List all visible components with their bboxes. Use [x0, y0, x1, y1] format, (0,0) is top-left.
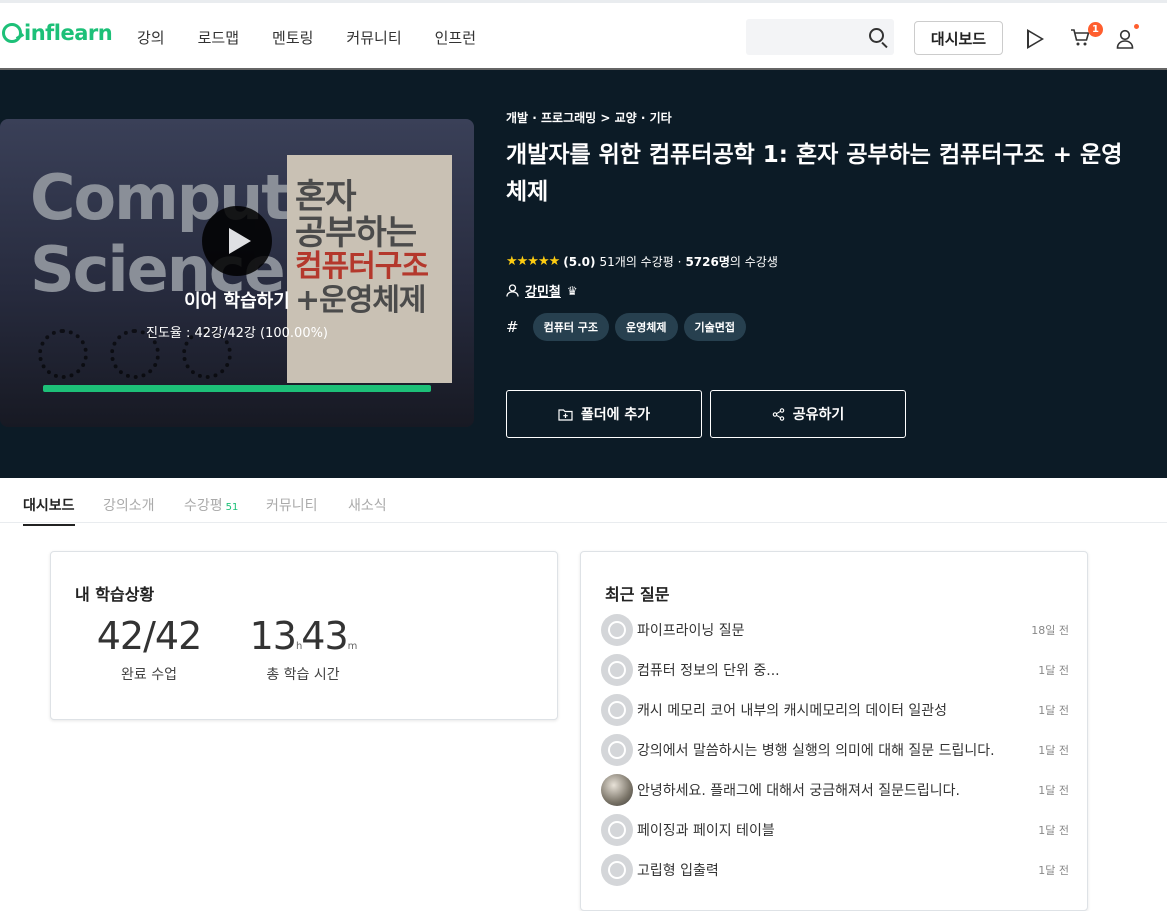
tab-reviews-label: 수강평: [184, 498, 223, 514]
folder-plus-icon: [558, 408, 573, 421]
star-rating-icon: ★★★★★: [506, 254, 560, 269]
question-title[interactable]: 파이프라이닝 질문: [637, 620, 1031, 640]
book-cover-image: 혼자 공부하는 컴퓨터구조 +운영체제: [287, 155, 452, 383]
study-time-hours: 13: [249, 614, 297, 658]
progress-bar: [43, 385, 431, 392]
student-count-suffix: 의 수강생: [729, 255, 778, 269]
review-count[interactable]: 51개의 수강평 ·: [600, 253, 682, 270]
play-video-icon[interactable]: [202, 206, 272, 276]
question-list-item[interactable]: 캐시 메모리 코어 내부의 캐시메모리의 데이터 일관성 1달 전: [601, 690, 1069, 730]
tab-reviews[interactable]: 수강평 51: [184, 495, 238, 524]
completed-lessons-value: 42/42: [96, 614, 203, 658]
rating-score: (5.0): [563, 254, 596, 269]
student-count: 5726명: [685, 255, 730, 269]
tag-chip[interactable]: 운영체제: [615, 313, 678, 341]
add-to-folder-label: 폴더에 추가: [580, 407, 651, 423]
add-to-folder-button[interactable]: 폴더에 추가: [506, 390, 702, 438]
play-icon[interactable]: [1027, 29, 1044, 49]
notification-dot: [1134, 24, 1139, 29]
logo-mark-icon: [2, 23, 22, 43]
nav-item-courses[interactable]: 강의: [137, 27, 165, 48]
logo-text: inflearn: [24, 21, 113, 45]
nav-item-inflearn[interactable]: 인프런: [435, 27, 476, 48]
question-list-item[interactable]: 고립형 입출력 1달 전: [601, 850, 1069, 890]
nav-item-roadmap[interactable]: 로드맵: [198, 27, 239, 48]
question-list-item[interactable]: 안녕하세요. 플래그에 대해서 궁금해져서 질문드립니다. 1달 전: [601, 770, 1069, 810]
question-time: 1달 전: [1038, 864, 1069, 877]
recent-questions-card: 최근 질문 파이프라이닝 질문 18일 전 컴퓨터 정보의 단위 중... 1달 전캐…: [580, 551, 1088, 911]
default-avatar-icon: [601, 734, 633, 766]
tag-list: # 컴퓨터 구조 운영체제 기술면접: [506, 313, 746, 341]
question-list-item[interactable]: 파이프라이닝 질문 18일 전: [601, 610, 1069, 650]
total-study-time-stat: 13h43m 총 학습 시간: [247, 614, 359, 684]
share-label: 공유하기: [792, 407, 845, 423]
study-time-minutes-unit: m: [347, 641, 358, 652]
share-icon: [772, 407, 784, 421]
default-avatar-icon: [601, 654, 633, 686]
question-title[interactable]: 캐시 메모리 코어 내부의 캐시메모리의 데이터 일관성: [637, 700, 1038, 720]
recent-questions-title: 최근 질문: [605, 585, 670, 604]
instructor-row: 강민철 ♛: [506, 281, 578, 300]
tag-chip[interactable]: 컴퓨터 구조: [532, 313, 610, 341]
main-nav: 강의 로드맵 멘토링 커뮤니티 인프런: [137, 27, 509, 48]
resume-learning-label[interactable]: 이어 학습하기: [0, 287, 474, 313]
default-avatar-icon: [601, 614, 633, 646]
question-title[interactable]: 강의에서 말씀하시는 병행 실행의 의미에 대해 질문 드립니다.: [637, 740, 1038, 760]
cart-count-badge: 1: [1088, 22, 1103, 37]
my-learning-status-title: 내 학습상황: [75, 585, 155, 604]
total-study-time-label: 총 학습 시간: [266, 667, 340, 683]
share-button[interactable]: 공유하기: [710, 390, 906, 438]
question-time: 1달 전: [1038, 664, 1069, 677]
inflearn-logo[interactable]: inflearn: [2, 21, 113, 45]
tab-dashboard[interactable]: 대시보드: [23, 495, 75, 526]
nav-item-community[interactable]: 커뮤니티: [346, 27, 401, 48]
question-list-item[interactable]: 강의에서 말씀하시는 병행 실행의 의미에 대해 질문 드립니다. 1달 전: [601, 730, 1069, 770]
user-avatar: [601, 774, 633, 806]
total-study-time-value: 13h43m: [247, 614, 359, 658]
question-title[interactable]: 페이징과 페이지 테이블: [637, 820, 1038, 840]
question-title[interactable]: 컴퓨터 정보의 단위 중...: [637, 660, 1038, 680]
top-navigation-bar: inflearn 강의 로드맵 멘토링 커뮤니티 인프런 대시보드 1: [0, 0, 1167, 70]
search-input[interactable]: [746, 19, 894, 55]
instructor-name[interactable]: 강민철: [525, 281, 561, 300]
progress-bar-fill: [43, 385, 431, 392]
user-icon[interactable]: [1116, 29, 1134, 49]
nav-item-mentoring[interactable]: 멘토링: [272, 27, 313, 48]
hashtag-icon: #: [506, 318, 519, 336]
study-time-minutes: 43: [301, 614, 348, 658]
question-title[interactable]: 안녕하세요. 플래그에 대해서 궁금해져서 질문드립니다.: [637, 780, 1038, 800]
default-avatar-icon: [601, 854, 633, 886]
completed-lessons-label: 완료 수업: [121, 667, 177, 683]
question-title[interactable]: 고립형 입출력: [637, 860, 1038, 880]
question-time: 18일 전: [1031, 624, 1069, 637]
course-tabs: 대시보드 강의소개 수강평 51 커뮤니티 새소식: [0, 478, 1167, 526]
question-time: 1달 전: [1038, 744, 1069, 757]
question-time: 1달 전: [1038, 704, 1069, 717]
course-thumbnail[interactable]: Computer Science 혼자 공부하는 컴퓨터구조 +운영체제 이어 …: [0, 119, 474, 427]
rating-row: ★★★★★ (5.0) 51개의 수강평 · 5726명의 수강생: [506, 253, 778, 270]
course-hero: Computer Science 혼자 공부하는 컴퓨터구조 +운영체제 이어 …: [0, 70, 1167, 478]
question-time: 1달 전: [1038, 784, 1069, 797]
tab-news[interactable]: 새소식: [348, 495, 387, 524]
crown-icon: ♛: [566, 283, 578, 298]
recent-questions-list: 파이프라이닝 질문 18일 전 컴퓨터 정보의 단위 중... 1달 전 캐시 메모리 …: [601, 610, 1069, 890]
user-outline-icon: [506, 284, 519, 297]
question-list-item[interactable]: 컴퓨터 정보의 단위 중... 1달 전: [601, 650, 1069, 690]
course-title: 개발자를 위한 컴퓨터공학 1: 혼자 공부하는 컴퓨터구조 + 운영체제: [506, 142, 1123, 205]
search-icon[interactable]: [869, 28, 884, 43]
cart-icon[interactable]: [1070, 29, 1090, 47]
default-avatar-icon: [601, 694, 633, 726]
tab-course-intro[interactable]: 강의소개: [103, 495, 155, 524]
my-learning-status-card: 내 학습상황 42/42 완료 수업 13h43m 총 학습 시간: [50, 551, 558, 720]
question-time: 1달 전: [1038, 824, 1069, 837]
default-avatar-icon: [601, 814, 633, 846]
tag-chip[interactable]: 기술면접: [683, 313, 746, 341]
tab-reviews-count: 51: [225, 502, 239, 513]
question-list-item[interactable]: 페이징과 페이지 테이블 1달 전: [601, 810, 1069, 850]
breadcrumb[interactable]: 개발 · 프로그래밍 > 교양 · 기타: [506, 109, 672, 126]
progress-rate-text: 진도율 : 42강/42강 (100.00%): [145, 326, 329, 341]
tab-community[interactable]: 커뮤니티: [266, 495, 318, 524]
dashboard-button[interactable]: 대시보드: [914, 21, 1003, 55]
completed-lessons-stat: 42/42 완료 수업: [91, 614, 207, 684]
